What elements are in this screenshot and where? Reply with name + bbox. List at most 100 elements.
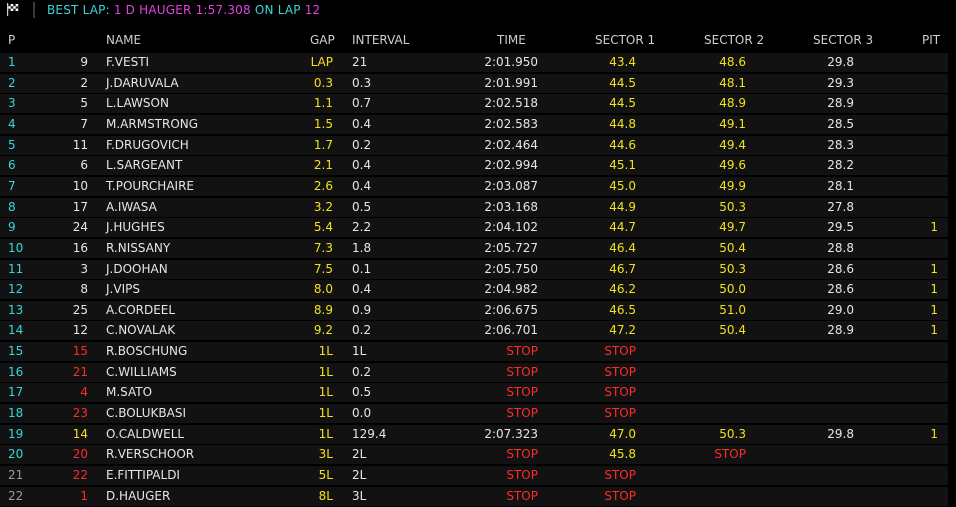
row-sector-2: 50.3 [719,426,746,441]
row-gap: 1L [318,406,333,421]
row-sector-1: 44.9 [609,199,636,214]
row-driver-name: M.SATO [106,385,153,400]
row-sector-3: 28.8 [827,240,854,255]
row-sector-3: 29.8 [827,426,854,441]
row-position: 20 [8,447,24,462]
row-interval: 0.0 [352,406,372,421]
row-interval: 0.3 [352,75,372,90]
header-pit: PIT [922,33,941,47]
row-car-number: 11 [72,137,88,152]
row-sector-1: 46.2 [609,282,636,297]
row-sector-1: 45.0 [609,178,636,193]
row-lap-time: STOP [506,385,538,400]
table-row: 10 16 R.NISSANY 7.3 1.8 2:05.727 46.4 50.4 28.8 [0,238,956,258]
row-gap: 1.1 [313,96,333,111]
row-gap: 3L [318,447,333,462]
row-position: 19 [8,426,24,441]
table-row: 1 9 F.VESTI LAP 21 2:01.950 43.4 48.6 29.8 [0,52,956,72]
row-driver-name: C.NOVALAK [106,323,176,338]
table-row: 9 24 J.HUGHES 5.4 2.2 2:04.102 44.7 49.7 29.5 1 [0,217,956,238]
table-row: 7 10 T.POURCHAIRE 2.6 0.4 2:03.087 45.0 49.9 28.… [0,176,956,196]
row-car-number: 14 [72,426,88,441]
row-car-number: 24 [72,220,88,235]
row-gap: 8L [318,488,333,503]
best-lap-label: BEST LAP: [47,3,110,17]
row-sector-1: 46.7 [609,261,636,276]
row-position: 17 [8,385,24,400]
row-interval: 2L [352,447,367,462]
row-position: 7 [8,178,16,193]
row-lap-time: 2:02.583 [484,116,538,131]
row-sector-2: 49.7 [719,220,746,235]
row-interval: 129.4 [352,426,387,441]
row-interval: 0.4 [352,282,372,297]
row-driver-name: F.VESTI [106,55,150,69]
row-interval: 0.9 [352,302,372,317]
best-lap-driver-time: 1 D HAUGER 1:57.308 [113,3,251,17]
row-pit-stops: 1 [930,426,938,441]
row-sector-3: 28.6 [827,282,854,297]
row-sector-1: 46.4 [609,240,636,255]
row-car-number: 25 [72,302,88,317]
row-sector-2: 49.4 [719,137,746,152]
row-position: 8 [8,199,16,214]
row-driver-name: E.FITTIPALDI [106,468,180,482]
row-position: 1 [8,55,16,69]
row-sector-1: 45.1 [609,158,636,173]
row-lap-time: 2:05.727 [484,240,538,255]
table-row: 15 15 R.BOSCHUNG 1L 1L STOP STOP [0,341,956,362]
row-driver-name: D.HAUGER [106,488,171,503]
row-gap: 7.5 [313,261,333,276]
row-sector-3: 28.5 [827,116,854,131]
row-position: 18 [8,406,24,421]
row-car-number: 6 [80,158,88,173]
row-position: 12 [8,282,24,297]
row-interval: 0.4 [352,116,372,131]
row-sector-3: 29.0 [827,302,854,317]
row-driver-name: F.DRUGOVICH [106,137,189,152]
row-car-number: 10 [72,178,88,193]
row-sector-1: STOP [604,488,636,503]
row-interval: 0.2 [352,137,372,152]
row-sector-2: 48.6 [719,55,746,69]
row-lap-time: STOP [506,447,538,462]
row-sector-1: 44.7 [609,220,636,235]
row-interval: 1L [352,344,367,359]
row-sector-3: 28.9 [827,96,854,111]
row-car-number: 23 [72,406,88,421]
header-time: TIME [497,33,526,47]
row-gap: 1L [318,385,333,400]
row-sector-1: 44.5 [609,75,636,90]
table-row: 22 1 D.HAUGER 8L 3L STOP STOP [0,486,956,506]
row-car-number: 21 [72,364,88,379]
table-row: 14 12 C.NOVALAK 9.2 0.2 2:06.701 47.2 50.4 28.9 1 [0,320,956,341]
row-lap-time: STOP [506,468,538,482]
row-driver-name: R.VERSCHOOR [106,447,195,462]
row-gap: 9.2 [313,323,333,338]
header-name: NAME [106,33,142,47]
row-lap-time: 2:01.991 [484,75,538,90]
row-lap-time: 2:04.982 [484,282,538,297]
row-sector-3: 28.9 [827,323,854,338]
table-row: 6 6 L.SARGEANT 2.1 0.4 2:02.994 45.1 49.6 28.2 [0,155,956,176]
row-gap: 1.7 [313,137,333,152]
row-position: 10 [8,240,24,255]
row-gap: 5L [318,468,333,482]
row-position: 14 [8,323,24,338]
row-sector-1: 44.6 [609,137,636,152]
row-gap: LAP [310,55,333,69]
row-car-number: 15 [72,344,88,359]
row-car-number: 12 [72,323,88,338]
row-position: 16 [8,364,24,379]
row-interval: 21 [352,55,368,69]
row-driver-name: J.DARUVALA [106,75,179,90]
row-pit-stops: 1 [930,261,938,276]
row-car-number: 1 [80,488,88,503]
row-sector-2: 50.3 [719,199,746,214]
best-lap-on-lap-label: ON LAP [254,3,301,17]
row-interval: 2.2 [352,220,372,235]
header-interval: INTERVAL [352,33,410,47]
row-driver-name: J.HUGHES [106,220,165,235]
row-sector-1: 47.0 [609,426,636,441]
row-pit-stops: 1 [930,220,938,235]
